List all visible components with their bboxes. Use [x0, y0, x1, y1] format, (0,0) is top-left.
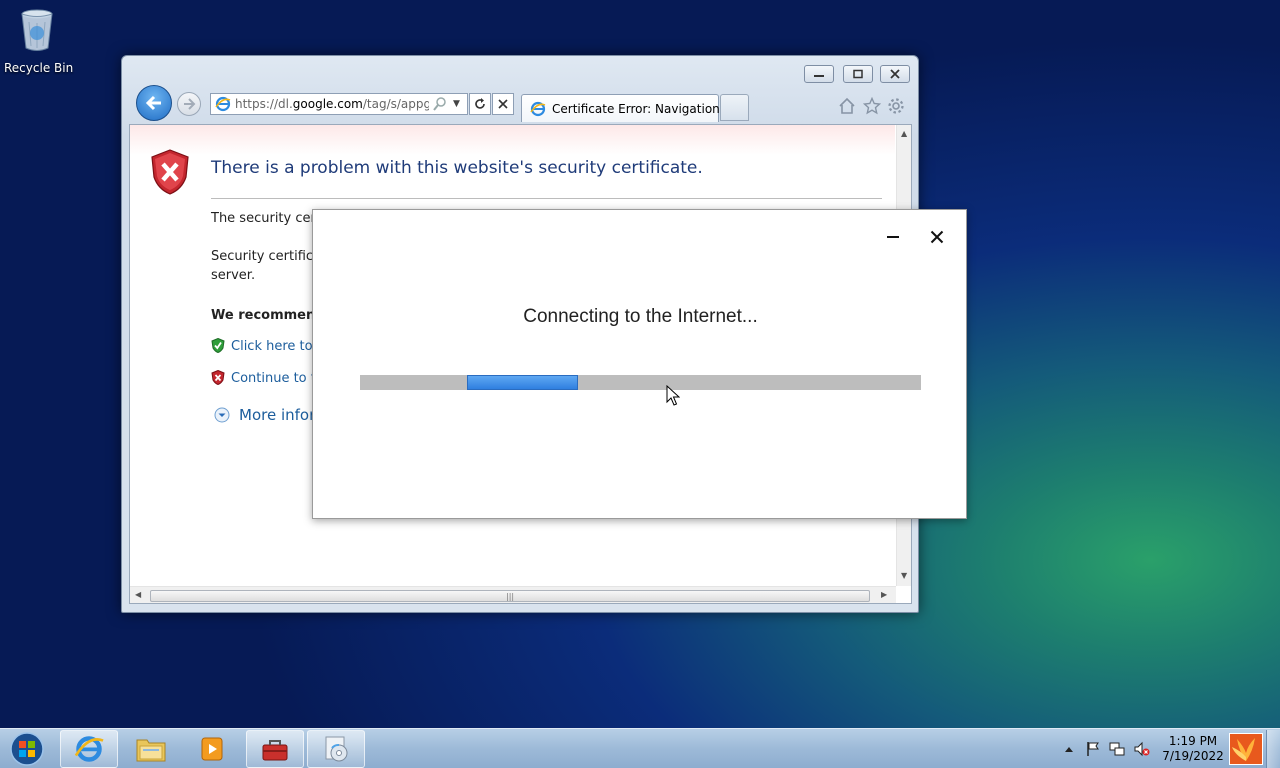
refresh-button[interactable]: [469, 93, 491, 115]
error-shield-icon: [151, 149, 189, 195]
taskbar: 1:19 PM 7/19/2022: [0, 728, 1280, 768]
network-icon: [1109, 742, 1125, 756]
dialog-minimize-button[interactable]: [885, 227, 901, 247]
minimize-button[interactable]: [804, 65, 834, 83]
chevron-down-circle-icon[interactable]: [214, 407, 230, 423]
connecting-dialog: Connecting to the Internet...: [312, 209, 967, 519]
green-shield-check-icon: [211, 338, 225, 353]
start-button[interactable]: [4, 730, 50, 768]
system-clock[interactable]: 1:19 PM 7/19/2022: [1158, 734, 1228, 764]
scroll-right-icon[interactable]: ▶: [881, 590, 887, 599]
close-icon: [890, 69, 900, 79]
taskbar-setup-app[interactable]: [307, 730, 365, 768]
taskbar-windows-explorer[interactable]: [122, 730, 180, 768]
scrollbar-thumb[interactable]: |||: [150, 590, 870, 602]
arrow-left-icon: [145, 95, 161, 111]
scroll-down-icon[interactable]: ▼: [901, 571, 907, 580]
red-shield-x-icon: [211, 370, 225, 385]
gear-icon[interactable]: [887, 97, 905, 115]
scroll-up-icon[interactable]: ▲: [901, 129, 907, 138]
dialog-close-button[interactable]: [927, 227, 947, 247]
page-title: There is a problem with this website's s…: [211, 158, 703, 178]
minimize-icon: [814, 75, 824, 77]
close-webpage-link[interactable]: Click here to c: [231, 339, 324, 354]
clock-time: 1:19 PM: [1168, 734, 1218, 748]
action-center-tray[interactable]: [1085, 741, 1101, 757]
favorites-star-icon[interactable]: [863, 97, 881, 115]
user-avatar-flower-icon[interactable]: [1229, 733, 1263, 765]
scroll-left-icon[interactable]: ◀: [135, 590, 141, 599]
address-url: https://dl.google.com/tag/s/appgui: [235, 97, 429, 111]
folder-icon: [136, 739, 166, 762]
show-hidden-icons-button[interactable]: [1061, 741, 1077, 757]
internet-explorer-icon: [74, 736, 104, 762]
setup-disc-icon: [325, 736, 348, 762]
progress-indicator: [467, 375, 578, 390]
stop-button[interactable]: [492, 93, 514, 115]
recycle-bin-desktop-icon[interactable]: Recycle Bin: [4, 6, 74, 76]
recommendation-heading: We recommenc: [211, 308, 323, 323]
volume-muted-icon: [1134, 741, 1150, 757]
new-tab-button[interactable]: [720, 94, 749, 121]
tab-title: Certificate Error: Navigation ...: [552, 101, 736, 116]
toolbox-icon: [262, 740, 288, 761]
tab-certificate-error[interactable]: Certificate Error: Navigation ...: [521, 94, 735, 122]
ie-page-icon: [215, 96, 231, 112]
clock-date: 7/19/2022: [1162, 749, 1224, 763]
recycle-bin-icon: [21, 9, 53, 51]
body-text: Security certificat: [211, 249, 327, 264]
arrow-right-icon: [184, 98, 196, 110]
taskbar-toolbox-app[interactable]: [246, 730, 304, 768]
progress-bar: [360, 375, 921, 390]
header-fade: [130, 125, 895, 155]
refresh-icon: [475, 98, 485, 109]
volume-tray[interactable]: [1134, 741, 1150, 757]
close-icon: [930, 230, 944, 244]
chevron-up-icon: [1065, 747, 1073, 752]
windows-start-icon: [10, 732, 44, 766]
chevron-down-icon[interactable]: ▼: [453, 99, 467, 109]
mouse-cursor-icon: [666, 385, 680, 406]
address-bar[interactable]: https://dl.google.com/tag/s/appgui ▼: [210, 93, 468, 115]
restore-button[interactable]: [843, 65, 873, 83]
divider: [211, 198, 882, 199]
body-text: The security certi: [211, 211, 325, 226]
stop-icon: [498, 99, 508, 109]
forward-button[interactable]: [177, 92, 201, 116]
recycle-bin-label: Recycle Bin: [4, 61, 74, 75]
ie-page-icon: [530, 101, 546, 116]
taskbar-internet-explorer[interactable]: [60, 730, 118, 768]
grip-icon: |||: [506, 592, 515, 601]
close-button[interactable]: [880, 65, 910, 83]
continue-to-website-link[interactable]: Continue to t: [231, 371, 316, 386]
more-information-link[interactable]: More infor: [239, 406, 315, 424]
show-desktop-button[interactable]: [1266, 730, 1280, 768]
restore-icon: [853, 69, 863, 79]
dialog-message: Connecting to the Internet...: [523, 306, 758, 327]
search-icon[interactable]: [433, 97, 447, 111]
home-icon[interactable]: [838, 97, 856, 115]
minimize-icon: [887, 236, 899, 238]
taskbar-media-player[interactable]: [183, 730, 241, 768]
back-button[interactable]: [136, 85, 172, 121]
body-text: server.: [211, 268, 256, 283]
network-tray[interactable]: [1109, 741, 1125, 757]
horizontal-scrollbar[interactable]: ◀ ||| ▶: [130, 586, 896, 603]
flag-icon: [1087, 742, 1099, 756]
media-player-icon: [201, 737, 223, 761]
